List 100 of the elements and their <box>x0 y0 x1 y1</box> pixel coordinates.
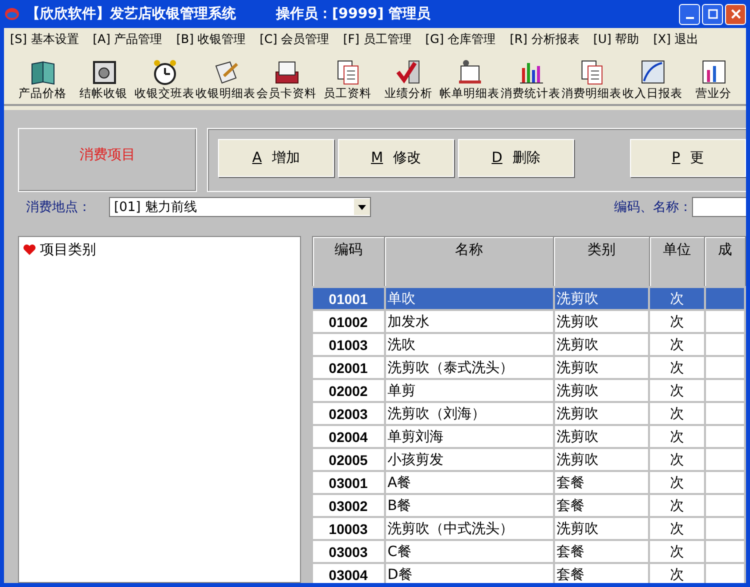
app-logo-icon <box>4 7 20 21</box>
action-button[interactable]: D 删除 <box>458 139 574 177</box>
table-cell: 02001 <box>312 356 384 379</box>
table-cell: 洗剪吹 <box>554 425 650 448</box>
table-cell: 次 <box>649 333 705 356</box>
menu-item[interactable]: [C] 会员管理 <box>260 30 330 48</box>
toolbar-button[interactable]: 员工资料 <box>317 58 378 104</box>
table-cell: 02003 <box>312 402 384 425</box>
menu-item[interactable]: [A] 产品管理 <box>92 30 162 48</box>
menu-item[interactable]: [U] 帮助 <box>593 30 640 48</box>
table-cell: 03004 <box>312 563 384 583</box>
table-cell: 套餐 <box>554 471 650 494</box>
table-cell: 洗剪吹 <box>554 333 650 356</box>
search-field[interactable] <box>692 197 746 217</box>
column-header[interactable]: 成 <box>704 236 745 287</box>
toolbar-button[interactable]: 会员卡资料 <box>256 58 317 104</box>
table-cell: 单剪 <box>384 379 554 402</box>
field-label: 编码、名称： <box>614 199 692 216</box>
bar-chart-icon <box>700 58 728 86</box>
table-cell: 01003 <box>312 333 384 356</box>
table-cell: 洗剪吹（刘海） <box>384 402 554 425</box>
toolbar-button[interactable]: 收入日报表 <box>622 58 683 104</box>
table-cell <box>704 310 745 333</box>
table-cell: 次 <box>649 448 705 471</box>
dropdown-arrow-icon <box>358 204 366 210</box>
table-cell: 洗剪吹（泰式洗头） <box>384 356 554 379</box>
tree-node[interactable]: 项目类别 <box>40 241 96 259</box>
checkmark-chart-icon <box>394 58 422 86</box>
table-cell <box>704 333 745 356</box>
table-cell: 套餐 <box>554 494 650 517</box>
table-cell: 单吹 <box>384 287 554 310</box>
table-cell: 次 <box>649 471 705 494</box>
table-cell: 洗剪吹（中式洗头） <box>384 517 554 540</box>
menu-item[interactable]: [X] 退出 <box>653 30 699 48</box>
minimize-button[interactable] <box>679 4 700 24</box>
action-button[interactable]: A 增加 <box>218 139 334 177</box>
column-header[interactable]: 类别 <box>554 236 650 287</box>
heart-icon <box>23 244 36 256</box>
table-cell: 次 <box>649 425 705 448</box>
table-cell: 小孩剪发 <box>384 448 554 471</box>
close-icon <box>730 9 740 19</box>
menu-item[interactable]: [F] 员工管理 <box>343 30 412 48</box>
table-cell: 次 <box>649 517 705 540</box>
action-button[interactable]: M 修改 <box>338 139 454 177</box>
column-header[interactable]: 名称 <box>384 236 554 287</box>
location-dropdown[interactable]: [01] 魅力前线 <box>109 197 371 217</box>
table-cell: 03003 <box>312 540 384 563</box>
table-cell: 次 <box>649 563 705 583</box>
toolbar-button[interactable]: 产品价格 <box>12 58 73 104</box>
operator-label: 操作员：[9999] 管理员 <box>276 5 431 23</box>
table-cell <box>704 540 745 563</box>
table-cell <box>704 379 745 402</box>
column-header[interactable]: 单位 <box>649 236 705 287</box>
table-cell <box>704 448 745 471</box>
toolbar-button[interactable]: 收银明细表 <box>195 58 256 104</box>
toolbar-button[interactable]: 营业分 <box>683 58 744 104</box>
table-cell: 洗剪吹 <box>554 402 650 425</box>
maximize-icon <box>708 9 718 19</box>
table-cell: 02005 <box>312 448 384 471</box>
toolbar-button[interactable]: 结帐收银 <box>73 58 134 104</box>
table-cell: B餐 <box>384 494 554 517</box>
table-cell <box>704 517 745 540</box>
toolbar-button[interactable]: 业绩分析 <box>378 58 439 104</box>
table-cell: 洗剪吹 <box>554 287 650 310</box>
table-cell: 03001 <box>312 471 384 494</box>
menu-item[interactable]: [B] 收银管理 <box>176 30 246 48</box>
table-cell: 单剪刘海 <box>384 425 554 448</box>
table-cell: 洗剪吹 <box>554 379 650 402</box>
table-cell: 01002 <box>312 310 384 333</box>
menu-item[interactable]: [G] 仓库管理 <box>425 30 496 48</box>
close-button[interactable] <box>725 4 746 24</box>
toolbar-button[interactable]: 消费统计表 <box>500 58 561 104</box>
table-cell: 次 <box>649 494 705 517</box>
menu-item[interactable]: [S] 基本设置 <box>10 30 79 48</box>
line-chart-icon <box>638 58 666 86</box>
table-cell: 洗剪吹 <box>554 356 650 379</box>
table-cell: C餐 <box>384 540 554 563</box>
table-cell: 次 <box>649 379 705 402</box>
table-cell: 加发水 <box>384 310 554 333</box>
column-header[interactable]: 编码 <box>312 236 384 287</box>
table-cell: 次 <box>649 310 705 333</box>
toolbar-button[interactable]: 消费明细表 <box>561 58 622 104</box>
table-cell: D餐 <box>384 563 554 583</box>
table-cell <box>704 563 745 583</box>
table-cell: 01001 <box>312 287 384 310</box>
table-cell: 03002 <box>312 494 384 517</box>
toolbar-button[interactable]: 收银交班表 <box>134 58 195 104</box>
menu-item[interactable]: [R] 分析报表 <box>510 30 580 48</box>
table-cell: 洗剪吹 <box>554 310 650 333</box>
table-cell <box>704 471 745 494</box>
table-cell: A餐 <box>384 471 554 494</box>
table-cell: 02002 <box>312 379 384 402</box>
table-cell: 次 <box>649 540 705 563</box>
toolbar-button[interactable]: 帐单明细表 <box>439 58 500 104</box>
table-cell: 10003 <box>312 517 384 540</box>
window-title: 【欣欣软件】发艺店收银管理系统 <box>26 5 236 23</box>
table-cell: 套餐 <box>554 540 650 563</box>
table-cell <box>704 425 745 448</box>
action-button[interactable]: P 更 <box>630 139 746 177</box>
maximize-button[interactable] <box>702 4 723 24</box>
